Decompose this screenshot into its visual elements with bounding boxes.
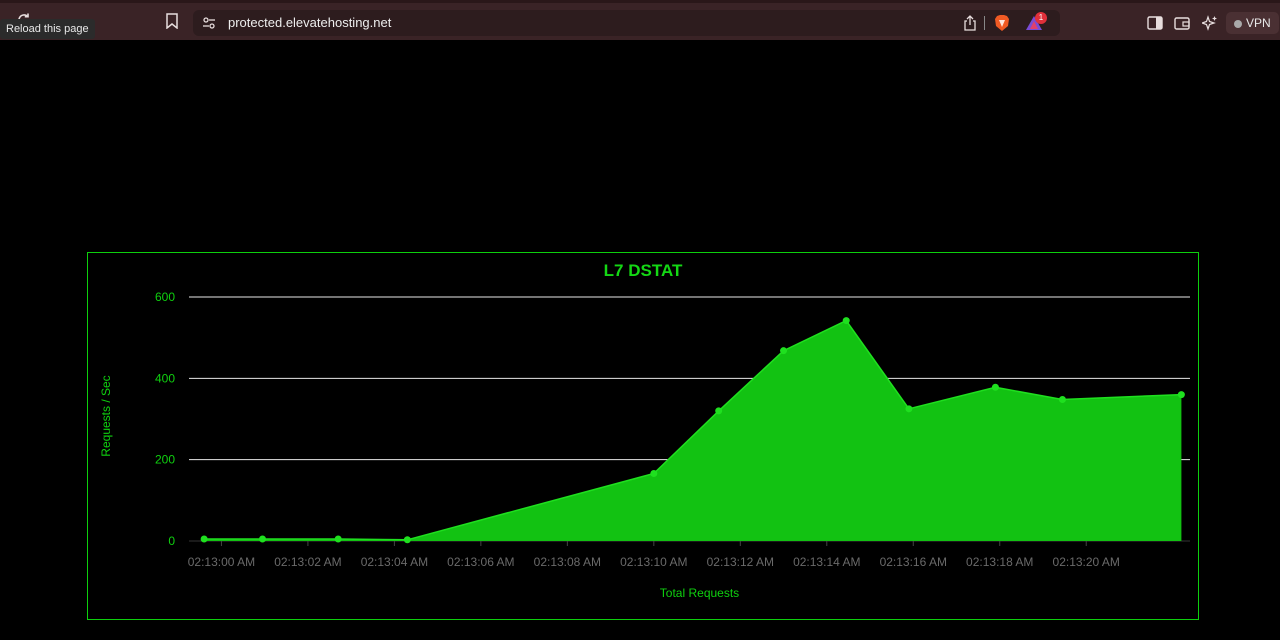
x-tick-label: 02:13:16 AM (880, 555, 947, 569)
chart-canvas: 0 200 400 600 02:13:00 AM 02:13:02 AM 02:13:04… (99, 290, 1190, 600)
data-point (1058, 395, 1066, 403)
address-bar[interactable]: protected.elevatehosting.net 1 (193, 10, 1060, 36)
share-icon[interactable] (961, 14, 979, 32)
vpn-button[interactable]: VPN (1226, 12, 1279, 34)
x-tick-label: 02:13:14 AM (793, 555, 860, 569)
data-point (403, 536, 411, 544)
x-tick-label: 02:13:18 AM (966, 555, 1033, 569)
vpn-status-dot (1234, 20, 1242, 28)
x-tick-label: 02:13:08 AM (534, 555, 601, 569)
y-tick-label: 600 (155, 290, 175, 304)
x-tick-label: 02:13:06 AM (447, 555, 514, 569)
brave-shields-icon[interactable] (993, 13, 1011, 33)
x-tick-label: 02:13:02 AM (274, 555, 341, 569)
data-point (200, 535, 208, 543)
rewards-badge: 1 (1035, 12, 1047, 24)
x-tick-label: 02:13:04 AM (361, 555, 428, 569)
data-point (905, 405, 913, 413)
y-tick-label: 0 (168, 534, 175, 548)
chart-panel: L7 DSTAT 0 200 400 600 02:13:00 AM 02:13:02 A… (87, 252, 1199, 620)
y-tick-label: 400 (155, 371, 175, 385)
data-point (1177, 391, 1185, 399)
url-text[interactable]: protected.elevatehosting.net (228, 10, 391, 36)
browser-toolbar: Reload this page protected.elevatehostin… (0, 0, 1280, 40)
vpn-label: VPN (1246, 16, 1271, 30)
x-tick-label: 02:13:10 AM (620, 555, 687, 569)
wallet-icon[interactable] (1172, 13, 1192, 33)
divider (984, 16, 985, 30)
data-point (650, 469, 658, 477)
x-tick-label: 02:13:12 AM (707, 555, 774, 569)
y-axis-title: Requests / Sec (99, 375, 113, 456)
bookmark-icon[interactable] (162, 11, 182, 31)
x-tick-label: 02:13:20 AM (1053, 555, 1120, 569)
sidebar-toggle-icon[interactable] (1145, 13, 1165, 33)
data-point (842, 317, 850, 325)
data-point (715, 407, 723, 415)
data-point (780, 347, 788, 355)
data-point (991, 383, 999, 391)
series-area (204, 320, 1182, 541)
y-tick-label: 200 (155, 453, 175, 467)
data-point (334, 535, 342, 543)
reload-tooltip: Reload this page (0, 19, 95, 39)
x-tick-label: 02:13:00 AM (188, 555, 255, 569)
x-axis-title: Total Requests (660, 586, 739, 600)
leo-ai-icon[interactable] (1200, 13, 1220, 33)
site-settings-icon[interactable] (201, 15, 217, 31)
data-point (259, 535, 267, 543)
